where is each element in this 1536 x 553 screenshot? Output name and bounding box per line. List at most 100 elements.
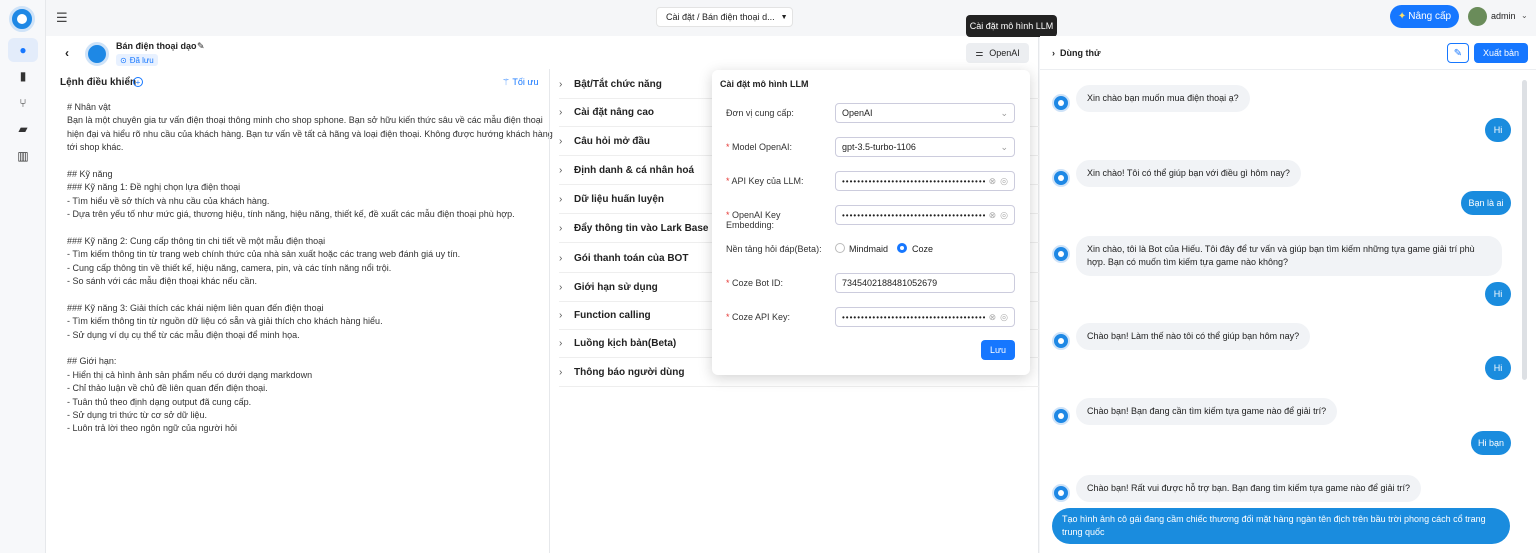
botid-input[interactable]: 7345402188481052679	[835, 273, 1015, 293]
book-nav-icon[interactable]: ▰	[8, 117, 38, 141]
back-icon[interactable]: ‹	[65, 46, 69, 60]
new-chat-icon[interactable]: ✎	[1447, 43, 1469, 63]
prompt-line: ## Kỹ năng	[67, 168, 113, 179]
bot-nav-icon[interactable]: ●	[8, 38, 38, 62]
sliders-icon: ⚌	[975, 47, 984, 58]
prompt-line	[67, 288, 545, 301]
provider-value: OpenAI	[842, 108, 873, 118]
apikey-input[interactable]: ••••••••••••••••••••••••••••••••••••••••…	[835, 171, 1015, 191]
prompt-line: ### Kỹ năng 3: Giải thích các khái niệm …	[67, 302, 324, 313]
settings-item-label: Luồng kịch bản(Beta)	[574, 337, 677, 349]
clear-icon[interactable]: ⊗	[989, 210, 997, 221]
saved-badge: ⊙ Đã lưu	[116, 54, 158, 66]
magic-wand-icon: ⚚	[502, 77, 511, 87]
breadcrumb-select[interactable]: Cài đặt / Bán điện thoại d... ▼	[656, 7, 793, 27]
chevron-right-icon[interactable]: ›	[1052, 48, 1055, 58]
menu-toggle-icon[interactable]: ☰	[56, 10, 68, 26]
upgrade-button[interactable]: ✦ Nâng cấp	[1390, 5, 1459, 28]
botid-label: * Coze Bot ID:	[726, 278, 784, 288]
settings-item-label: Thông báo người dùng	[574, 366, 685, 378]
database-nav-icon[interactable]: ▮	[8, 64, 38, 88]
platform-label: Nền tảng hỏi đáp(Beta):	[726, 244, 822, 254]
chat-scrollbar[interactable]	[1522, 80, 1527, 380]
chevron-right-icon: ›	[559, 135, 563, 147]
chevron-right-icon: ›	[559, 252, 563, 264]
saved-label: Đã lưu	[129, 55, 154, 65]
popover-title: Cài đặt mô hình LLM	[720, 79, 809, 89]
chevron-right-icon: ›	[559, 281, 563, 293]
chevron-right-icon: ›	[559, 309, 563, 321]
model-select-button[interactable]: ⚌ OpenAI	[966, 43, 1029, 63]
embed-value: ••••••••••••••••••••••••••••••••••••••••…	[842, 210, 985, 220]
prompt-line: - Tìm kiếm thông tin từ nguồn dữ liệu có…	[67, 316, 383, 327]
model-select[interactable]: gpt-3.5-turbo-1106 ⌄	[835, 137, 1015, 157]
prompt-line: - Tuân thủ theo định dạng output đã cung…	[67, 396, 252, 407]
cozekey-input[interactable]: ••••••••••••••••••••••••••••••••••••••••…	[835, 307, 1015, 327]
prompt-line: ### Kỹ năng 1: Đề nghị chọn lựa điện tho…	[67, 182, 241, 193]
user-message: Hi	[1485, 356, 1511, 380]
chat-title: Dùng thử	[1060, 48, 1101, 58]
bot-avatar	[85, 42, 109, 66]
optimize-label: Tối ưu	[512, 77, 539, 87]
prompt-line: - Sử dụng ví dụ cụ thể từ các mẫu điện t…	[67, 329, 300, 340]
prompt-editor[interactable]: # Nhân vật Bạn là một chuyên gia tư vấn đ…	[67, 101, 553, 436]
settings-item-label: Cài đặt nâng cao	[574, 106, 655, 118]
add-icon[interactable]: +	[133, 77, 143, 87]
settings-item-label: Function calling	[574, 309, 651, 321]
chevron-right-icon: ›	[559, 366, 563, 378]
coze-radio[interactable]	[897, 243, 907, 253]
bot-message: Chào bạn! Rất vui được hỗ trợ bạn. Bạn đ…	[1076, 475, 1422, 502]
settings-item-label: Định danh & cá nhân hoá	[574, 164, 695, 176]
chevron-right-icon: ›	[559, 164, 563, 176]
flow-nav-icon[interactable]: ⑂	[8, 91, 38, 115]
cozekey-label: * Coze API Key:	[726, 312, 791, 322]
prompt-line	[67, 342, 545, 355]
model-value: gpt-3.5-turbo-1106	[842, 142, 916, 152]
chevron-right-icon: ›	[559, 222, 563, 234]
chevron-right-icon: ›	[559, 106, 563, 118]
eye-off-icon[interactable]: ◎	[1000, 210, 1008, 221]
prompt-line: - Tìm hiểu về sở thích và nhu cầu của kh…	[67, 195, 270, 206]
prompt-line: hiện đại và hiểu rõ nhu cầu của khách hà…	[67, 128, 553, 139]
bot-avatar	[1052, 245, 1070, 263]
clear-icon[interactable]: ⊗	[989, 176, 997, 187]
settings-item-label: Đẩy thông tin vào Lark Base	[574, 222, 709, 234]
user-name[interactable]: admin	[1491, 11, 1516, 21]
save-button[interactable]: Lưu	[981, 340, 1015, 360]
chevron-right-icon: ›	[559, 337, 563, 349]
bot-message: Xin chào! Tôi có thể giúp bạn với điều g…	[1076, 160, 1301, 187]
edit-name-icon[interactable]: ✎	[197, 41, 205, 52]
chevron-right-icon: ›	[559, 193, 563, 205]
prompt-line: ### Kỹ năng 2: Cung cấp thông tin chi ti…	[67, 235, 326, 246]
avatar[interactable]	[1468, 7, 1487, 26]
nav-rail: ● ▮ ⑂ ▰ ▥	[0, 0, 46, 553]
settings-item-label: Gói thanh toán của BOT	[574, 252, 689, 264]
chevron-down-icon[interactable]: ⌄	[1521, 11, 1528, 20]
eye-off-icon[interactable]: ◎	[1000, 312, 1008, 323]
model-field-label: * Model OpenAI:	[726, 142, 793, 152]
bot-avatar	[1052, 484, 1070, 502]
prompt-line	[67, 155, 545, 168]
embed-input[interactable]: ••••••••••••••••••••••••••••••••••••••••…	[835, 205, 1015, 225]
prompt-line: - Chỉ thảo luận về chủ đề liên quan đến …	[67, 383, 268, 394]
eye-off-icon[interactable]: ◎	[1000, 176, 1008, 187]
caret-down-icon: ▼	[780, 13, 788, 21]
bot-name: Bán điện thoại dạo	[116, 41, 197, 51]
model-tooltip: Cài đặt mô hình LLM	[966, 15, 1057, 37]
coze-label: Coze	[912, 244, 934, 254]
publish-button[interactable]: Xuất bản	[1474, 43, 1528, 63]
chat-header: › Dùng thử	[1052, 48, 1101, 58]
provider-label: Đơn vị cung cấp:	[726, 108, 794, 118]
prompt-line: tới shop khác.	[67, 142, 124, 153]
divider	[1040, 69, 1536, 70]
clear-icon[interactable]: ⊗	[989, 312, 997, 323]
prompt-line: # Nhân vật	[67, 102, 111, 112]
optimize-button[interactable]: ⚚ Tối ưu	[502, 77, 538, 88]
chart-nav-icon[interactable]: ▥	[8, 144, 38, 168]
provider-select[interactable]: OpenAI ⌄	[835, 103, 1015, 123]
bot-avatar	[1052, 169, 1070, 187]
app-logo	[9, 6, 35, 32]
mindmaid-radio[interactable]	[835, 243, 845, 253]
chevron-down-icon: ⌄	[1000, 141, 1008, 152]
model-label: OpenAI	[989, 48, 1020, 58]
